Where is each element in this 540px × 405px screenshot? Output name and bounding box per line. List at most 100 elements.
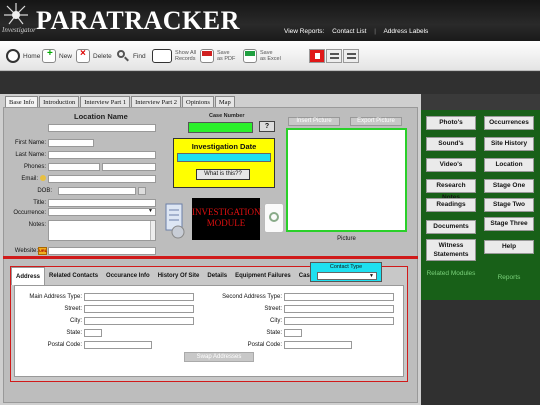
occurrence-label: Occurrence: <box>13 210 46 216</box>
tab-equipment-failures[interactable]: Equipment Failures <box>231 267 295 285</box>
last-name-field[interactable] <box>48 151 156 159</box>
calendar-icon[interactable] <box>138 187 146 195</box>
insert-picture-button[interactable]: Insert Picture <box>288 117 340 126</box>
dob-field[interactable] <box>58 187 136 195</box>
state-2-field[interactable] <box>284 329 302 337</box>
videos-button[interactable]: Video's <box>426 158 476 172</box>
swap-addresses-button[interactable]: Swap Addresses <box>184 352 254 362</box>
export-picture-button[interactable]: Export Picture <box>350 117 402 126</box>
reports-prefix: View Reports: <box>284 28 325 35</box>
stage-three-button[interactable]: Stage Three <box>484 217 534 231</box>
tab-related-contacts[interactable]: Related Contacts <box>45 267 102 285</box>
report-contact-list-link[interactable]: Contact List <box>332 28 366 35</box>
module-settings-icon[interactable] <box>264 203 284 233</box>
title-field[interactable] <box>48 199 156 207</box>
investigation-module-button[interactable]: INVESTIGATION MODULE <box>192 198 261 240</box>
state-field[interactable] <box>84 329 102 337</box>
second-address-type-label: Second Address Type: <box>222 294 282 300</box>
location-button[interactable]: Location <box>484 158 534 172</box>
tab-address[interactable]: Address <box>11 267 46 285</box>
delete-icon: × <box>76 48 90 63</box>
contact-type-select[interactable]: ▼ <box>317 272 377 280</box>
app-title: PARATRACKER <box>36 6 240 35</box>
picture-container[interactable] <box>286 128 407 232</box>
email-icon[interactable] <box>40 175 46 181</box>
new-label: New <box>59 52 73 60</box>
home-icon <box>6 49 20 63</box>
site-history-button[interactable]: Site History <box>484 137 534 151</box>
home-button[interactable]: Home <box>6 48 40 64</box>
sounds-button[interactable]: Sound's <box>426 137 476 151</box>
report-address-labels-link[interactable]: Address Labels <box>383 28 428 35</box>
phone-1-field[interactable] <box>48 163 100 171</box>
save-pdf-button[interactable]: Save as PDF <box>200 48 235 64</box>
tab-occurance-info[interactable]: Occurance Info <box>102 267 154 285</box>
case-help-button[interactable]: ? <box>259 121 275 132</box>
photos-button[interactable]: Photo's <box>426 116 476 130</box>
contact-type-label: Contact Type <box>329 264 363 270</box>
tab-details[interactable]: Details <box>203 267 231 285</box>
location-name-field[interactable] <box>48 124 156 132</box>
find-button[interactable]: Find <box>116 48 146 64</box>
city-2-field[interactable] <box>284 317 394 325</box>
logo-subtitle: Investigator <box>2 26 36 34</box>
search-icon <box>116 49 130 63</box>
street-2-field[interactable] <box>284 305 394 313</box>
right-panel-filler <box>421 300 540 405</box>
postal-code-2-field[interactable] <box>284 341 352 349</box>
what-is-this-button[interactable]: What is this?? <box>196 169 250 180</box>
street-label: Street: <box>64 306 82 312</box>
stage-one-button[interactable]: Stage One <box>484 179 534 193</box>
case-number-label: Case Number <box>209 113 245 119</box>
web-link-icon[interactable]: URL <box>38 247 47 255</box>
form-view-toggle[interactable] <box>309 49 325 63</box>
table-view-toggle[interactable] <box>343 49 359 63</box>
case-number-field[interactable] <box>188 122 253 133</box>
second-address-type-field[interactable] <box>284 293 394 301</box>
main-address-type-label: Main Address Type: <box>29 294 82 300</box>
dob-label: DOB: <box>37 188 52 194</box>
email-label: Email: <box>21 176 38 182</box>
occurrences-button[interactable]: Occurrences <box>484 116 534 130</box>
email-field[interactable] <box>48 175 156 183</box>
save-excel-label: Save as Excel <box>260 50 281 62</box>
investigation-date-title: Investigation Date <box>191 142 257 151</box>
list-view-toggle[interactable] <box>326 49 342 63</box>
readings-button[interactable]: Readings <box>426 198 476 212</box>
phones-label: Phones: <box>23 164 46 170</box>
help-button[interactable]: Help <box>484 240 534 254</box>
postal-code-field[interactable] <box>84 341 152 349</box>
title-label: Title: <box>33 200 46 206</box>
table-view-icon <box>347 53 356 59</box>
website-field[interactable] <box>48 247 156 255</box>
research-notes-button[interactable]: Research Notes <box>426 179 476 201</box>
app-header: Investigator PARATRACKER View Reports: C… <box>0 0 540 41</box>
stage-two-button[interactable]: Stage Two <box>484 198 534 212</box>
logo-icon <box>4 3 28 25</box>
street-2-label: Street: <box>264 306 282 312</box>
main-address-type-field[interactable] <box>84 293 194 301</box>
toolbar: Home + New × Delete Find Show All Record… <box>0 41 540 71</box>
chevron-down-icon: ▼ <box>148 208 153 214</box>
phone-2-field[interactable] <box>102 163 156 171</box>
occurrence-select[interactable]: ▼ <box>48 208 156 216</box>
tab-history-of-site[interactable]: History Of Site <box>154 267 204 285</box>
new-button[interactable]: + New <box>42 48 72 64</box>
city-field[interactable] <box>84 317 194 325</box>
notes-field[interactable] <box>48 220 156 241</box>
records-icon <box>152 49 172 63</box>
show-all-records-button[interactable]: Show All Records <box>152 48 196 64</box>
website-label: Website: <box>14 248 38 254</box>
notes-scrollbar[interactable] <box>150 221 155 240</box>
investigation-date-field[interactable] <box>177 153 271 162</box>
documents-button[interactable]: Documents <box>426 220 476 234</box>
delete-button[interactable]: × Delete <box>76 48 112 64</box>
save-excel-button[interactable]: Save as Excel <box>243 48 281 64</box>
first-name-field[interactable] <box>48 139 94 147</box>
street-field[interactable] <box>84 305 194 313</box>
right-panel: Photo's Occurrences Sound's Site History… <box>421 110 540 300</box>
reports-bar: View Reports: Contact List | Address Lab… <box>284 28 434 35</box>
witness-statements-button[interactable]: Witness Statements <box>426 239 476 261</box>
first-name-label: First Name: <box>14 140 46 146</box>
contact-type-box: Contact Type ▼ <box>310 262 382 282</box>
